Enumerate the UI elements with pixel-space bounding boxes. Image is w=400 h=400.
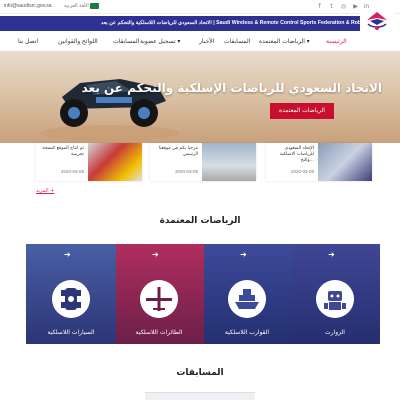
sport-card-boats[interactable]: ➜ القوارب اللاسلكية (202, 244, 292, 344)
facebook-icon[interactable]: f (316, 3, 323, 10)
news-card-title[interactable]: مرحبا بكم في موقعنا الرسمي (153, 146, 198, 158)
arrow-right-icon: ➜ (328, 250, 335, 259)
news-card-title[interactable]: الإتحاد السعودي للرياضات الاسلكية والتح.… (269, 146, 314, 164)
competitions-section-title: المسابقات (176, 368, 224, 378)
sport-card-robots[interactable]: ➜ الزوارت (290, 244, 380, 344)
arrow-right-icon: ➜ (240, 250, 247, 259)
news-card-date: 2020-03-09 (174, 169, 198, 174)
nav-competitions[interactable]: المسابقات (224, 38, 250, 45)
sport-label: الطائرات اللاسلكية (135, 329, 183, 336)
nav-home[interactable]: الرئيسية (326, 38, 347, 45)
news-card-image[interactable] (88, 143, 142, 181)
more-news-link[interactable]: المزيد + (36, 188, 54, 194)
youtube-icon[interactable]: ▶ (352, 3, 359, 10)
sport-card-cars[interactable]: ➜ السيارات اللاسلكية (26, 244, 116, 344)
nav-sports[interactable]: الرياضات المعتمدة ▾ (259, 38, 310, 45)
news-cards: الإتحاد السعودي للرياضات الاسلكية والتح.… (0, 143, 400, 183)
arrow-right-icon: ➜ (152, 250, 159, 259)
sport-label: الزوارت (325, 329, 345, 336)
hero-banner: الاتحاد السعودي للرياضات الإسلكية والتحك… (0, 51, 400, 143)
news-card-title[interactable]: تم انتاج الموقع كنسخة تجريبية (39, 146, 84, 158)
rc-truck-image (40, 79, 180, 141)
main-nav: الرئيسية الرياضات المعتمدة ▾ المسابقات ا… (0, 31, 400, 51)
federation-name: الاتحاد السعودي للرياضات اللاسلكية والتح… (100, 20, 366, 26)
news-card[interactable]: تم انتاج الموقع كنسخة تجريبية 2020-03-09 (36, 143, 142, 181)
sports-section-title: الرياضات المعتمدة (159, 216, 241, 226)
competitions-panel (145, 392, 255, 400)
header-strip: الاتحاد السعودي للرياضات اللاسلكية والتح… (0, 16, 372, 31)
sport-label: القوارب اللاسلكية (224, 329, 270, 336)
nav-competitions-2[interactable]: المسابقات (113, 38, 139, 45)
approved-sports-button[interactable]: الرياضات المعتمدة (270, 103, 334, 119)
sport-card-planes[interactable]: ➜ الطائرات اللاسلكية (114, 244, 204, 344)
news-card-image[interactable] (202, 143, 256, 181)
news-card[interactable]: مرحبا بكم في موقعنا الرسمي 2020-03-09 (150, 143, 256, 181)
nav-news[interactable]: الأخبار (199, 38, 214, 45)
ship-icon (228, 280, 266, 318)
sport-label: السيارات اللاسلكية (47, 329, 95, 336)
nav-regulations[interactable]: اللوائح والقوانين (58, 38, 98, 45)
instagram-icon[interactable]: ◎ (340, 3, 347, 10)
news-card-date: 2020-03-09 (290, 169, 314, 174)
top-bar: info@saudisrc.gov.sa اللغة العربية f t ◎… (0, 0, 400, 14)
robot-icon (316, 280, 354, 318)
arrow-right-icon: ➜ (64, 250, 71, 259)
twitter-icon[interactable]: t (328, 3, 335, 10)
nav-contact[interactable]: اتصل بنا (18, 38, 38, 45)
news-card[interactable]: الإتحاد السعودي للرياضات الاسلكية والتح.… (266, 143, 372, 181)
nav-membership[interactable]: تسجيل عضوية ▾ (140, 38, 180, 45)
hero-title: الاتحاد السعودي للرياضات الإسلكية والتحك… (81, 81, 382, 95)
news-card-date: 2020-03-09 (60, 169, 84, 174)
language-switch[interactable]: اللغة العربية (64, 3, 89, 9)
email-link[interactable]: info@saudisrc.gov.sa (4, 3, 52, 9)
airplane-icon (140, 280, 178, 318)
car-icon (52, 280, 90, 318)
saudi-flag-icon[interactable] (90, 3, 99, 9)
news-card-image[interactable] (318, 143, 372, 181)
